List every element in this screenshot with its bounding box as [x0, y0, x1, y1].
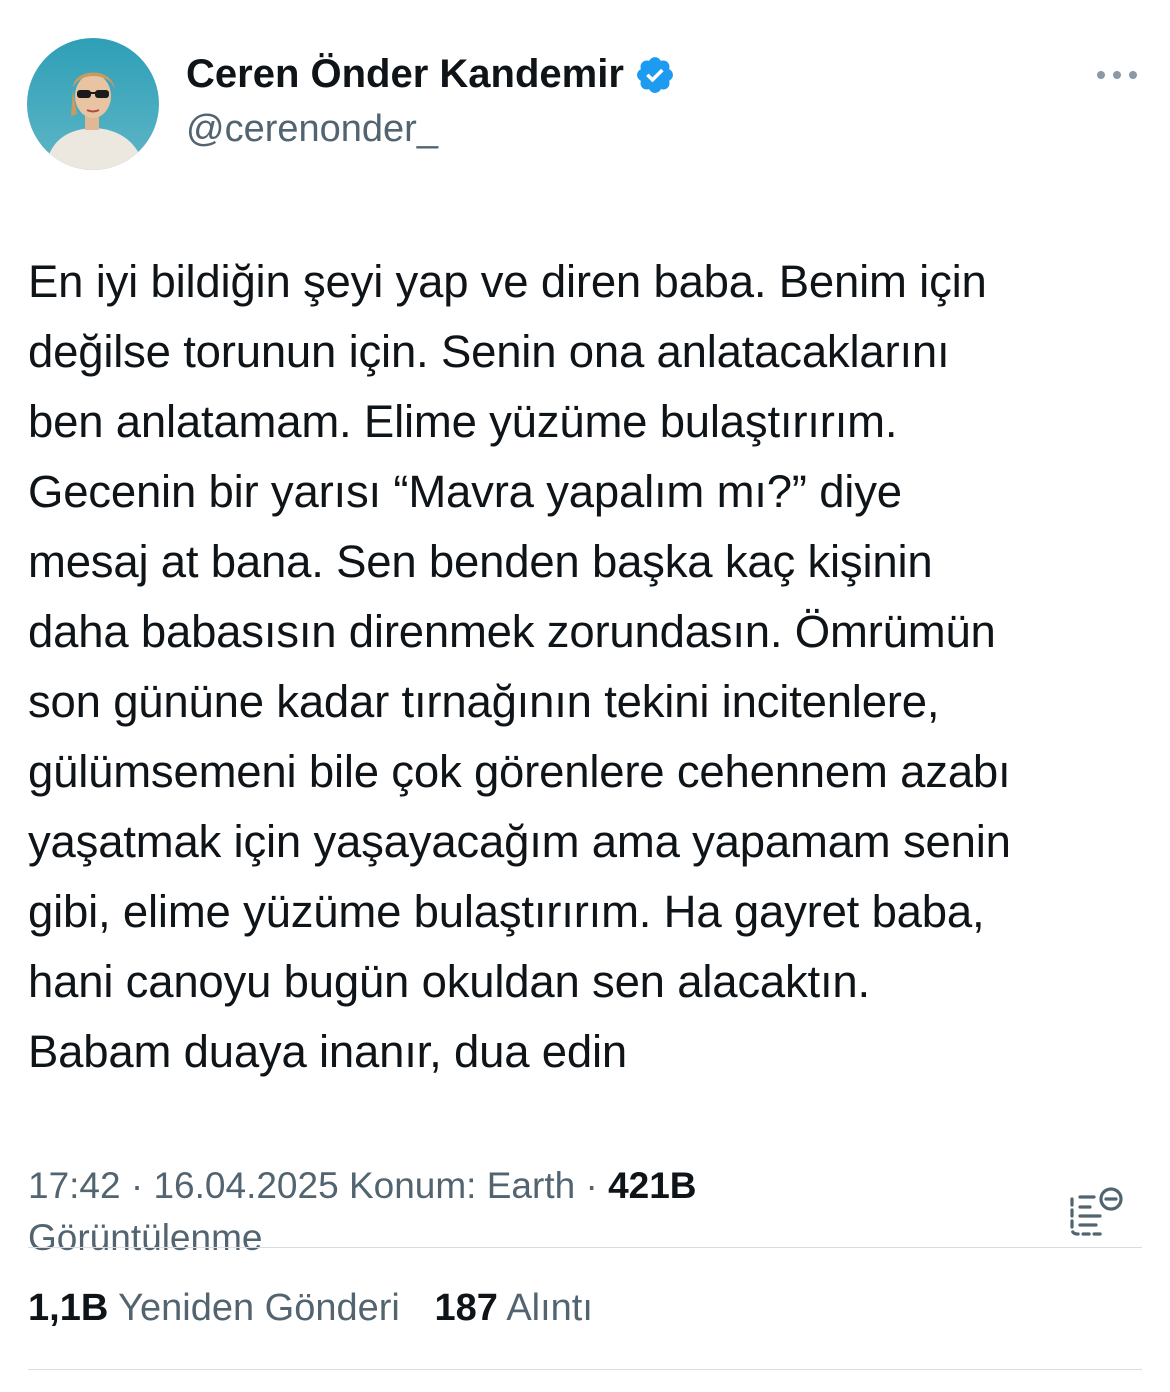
author-name-text: Ceren Önder Kandemir	[186, 52, 624, 96]
quotes-stat[interactable]: 187 Alıntı	[434, 1283, 592, 1333]
meta-separator: ·	[585, 1165, 598, 1206]
divider	[28, 1247, 1142, 1248]
author-display-name[interactable]: Ceren Önder Kandemir	[186, 52, 676, 97]
tweet-meta: 17:42 · 16.04.2025 Konum: Earth · 421B G…	[28, 1160, 1048, 1264]
post-summary-icon[interactable]	[1066, 1185, 1126, 1239]
avatar-photo	[27, 38, 159, 170]
verified-badge-icon	[634, 54, 676, 96]
views-label: Görüntülenme	[28, 1217, 263, 1258]
reposts-label: Yeniden Gönderi	[118, 1287, 400, 1329]
quotes-count: 187	[434, 1287, 498, 1329]
tweet-text: En iyi bildiğin şeyi yap ve diren baba. …	[28, 256, 1011, 1077]
divider	[28, 1369, 1142, 1370]
tweet-time[interactable]: 17:42	[28, 1165, 121, 1206]
author-handle[interactable]: @cerenonder_	[186, 108, 438, 151]
engagement-stats: 1,1B Yeniden Gönderi 187 Alıntı	[28, 1283, 617, 1333]
reposts-stat[interactable]: 1,1B Yeniden Gönderi	[28, 1283, 400, 1333]
more-options-icon[interactable]	[1094, 62, 1140, 88]
tweet-location: Konum: Earth	[348, 1165, 576, 1206]
tweet-date[interactable]: 16.04.2025	[153, 1165, 338, 1206]
reposts-count: 1,1B	[28, 1287, 109, 1329]
avatar[interactable]	[27, 38, 159, 170]
meta-separator: ·	[130, 1165, 144, 1206]
quotes-label: Alıntı	[506, 1287, 593, 1329]
views-count: 421B	[608, 1165, 697, 1206]
